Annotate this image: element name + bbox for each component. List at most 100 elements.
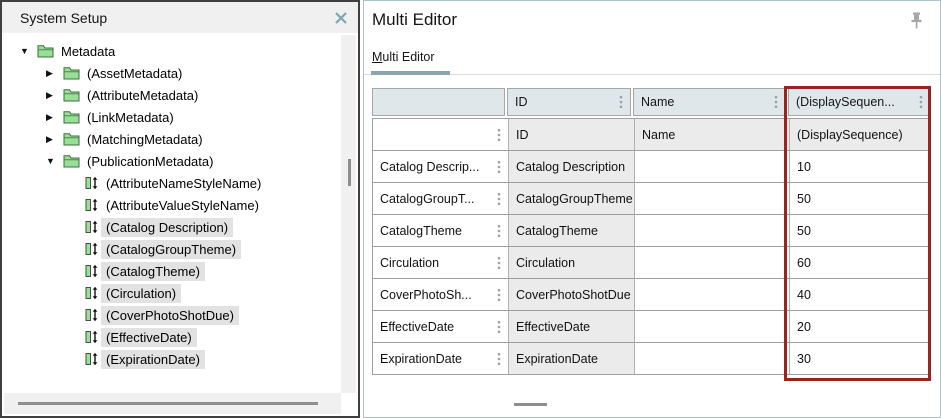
name-cell[interactable] xyxy=(634,215,789,246)
id-cell[interactable]: CatalogTheme xyxy=(508,215,634,246)
tree-item[interactable]: (EffectiveDate) xyxy=(2,326,340,348)
row-header-cell[interactable]: Catalog Descrip... xyxy=(373,151,508,182)
expander-icon[interactable]: ▼ xyxy=(46,156,63,166)
row-header-cell[interactable]: EffectiveDate xyxy=(373,311,508,342)
attribute-icon xyxy=(85,176,99,190)
row-header-cell[interactable]: CoverPhotoSh... xyxy=(373,279,508,310)
column-header-corner[interactable] xyxy=(372,88,505,116)
column-menu-icon[interactable] xyxy=(774,95,778,109)
attribute-icon xyxy=(85,264,99,278)
table-horizontal-scrollbar-thumb[interactable] xyxy=(514,403,547,406)
id-cell[interactable]: Circulation xyxy=(508,247,634,278)
tree-item[interactable]: (CatalogGroupTheme) xyxy=(2,238,340,260)
row-header-cell[interactable]: ExpirationDate xyxy=(373,343,508,374)
attribute-icon xyxy=(85,286,99,300)
row-header-cell[interactable]: CatalogGroupT... xyxy=(373,183,508,214)
row-menu-icon[interactable] xyxy=(497,224,501,238)
id-cell[interactable]: ExpirationDate xyxy=(508,343,634,374)
column-menu-icon[interactable] xyxy=(919,95,923,109)
expander-icon[interactable]: ▶ xyxy=(46,90,63,101)
tree-item-label: (AttributeValueStyleName) xyxy=(101,196,264,215)
tab-label: ulti Editor xyxy=(382,50,434,64)
column-header-id[interactable]: ID xyxy=(507,88,631,116)
id-cell[interactable]: Catalog Description xyxy=(508,151,634,182)
tree-item-label: (Catalog Description) xyxy=(101,218,233,237)
subheader-id-cell[interactable]: ID xyxy=(508,119,634,150)
vertical-scrollbar-thumb[interactable] xyxy=(348,159,351,186)
subheader-name-cell[interactable]: Name xyxy=(634,119,789,150)
folder-icon xyxy=(63,154,80,168)
display-sequence-cell[interactable]: 50 xyxy=(789,215,930,246)
display-sequence-cell[interactable]: 20 xyxy=(789,311,930,342)
display-sequence-cell[interactable]: 50 xyxy=(789,183,930,214)
column-menu-icon[interactable] xyxy=(619,95,623,109)
name-cell[interactable] xyxy=(634,183,789,214)
horizontal-scrollbar-thumb[interactable] xyxy=(18,402,318,405)
display-sequence-cell[interactable]: 10 xyxy=(789,151,930,182)
table-row: CatalogTheme CatalogTheme 50 xyxy=(373,215,930,247)
row-menu-icon[interactable] xyxy=(497,192,501,206)
tree-item-label: (AssetMetadata) xyxy=(82,64,187,83)
expander-icon[interactable]: ▶ xyxy=(46,68,63,79)
close-button[interactable] xyxy=(333,10,349,26)
display-sequence-cell[interactable]: 40 xyxy=(789,279,930,310)
attribute-icon xyxy=(85,308,99,322)
tree-item[interactable]: ▶ (MatchingMetadata) xyxy=(2,128,340,150)
table-row: CatalogGroupT... CatalogGroupTheme 50 xyxy=(373,183,930,215)
name-cell[interactable] xyxy=(634,279,789,310)
folder-icon xyxy=(37,44,54,58)
pin-button[interactable] xyxy=(910,12,923,36)
name-cell[interactable] xyxy=(634,247,789,278)
name-cell[interactable] xyxy=(634,151,789,182)
row-menu-icon[interactable] xyxy=(497,352,501,366)
display-sequence-cell[interactable]: 60 xyxy=(789,247,930,278)
tree-item-label: (EffectiveDate) xyxy=(101,328,197,347)
expander-icon[interactable]: ▶ xyxy=(46,112,63,123)
table-row: EffectiveDate EffectiveDate 20 xyxy=(373,311,930,343)
display-sequence-cell[interactable]: 30 xyxy=(789,343,930,374)
folder-icon xyxy=(63,110,80,124)
tree-item[interactable]: (ExpirationDate) xyxy=(2,348,340,370)
tree-item[interactable]: (CatalogTheme) xyxy=(2,260,340,282)
id-cell[interactable]: EffectiveDate xyxy=(508,311,634,342)
id-cell[interactable]: CatalogGroupTheme xyxy=(508,183,634,214)
row-menu-icon[interactable] xyxy=(497,320,501,334)
panel-title: System Setup xyxy=(20,10,333,26)
tree-item[interactable]: (Catalog Description) xyxy=(2,216,340,238)
tree-item[interactable]: (CoverPhotoShotDue) xyxy=(2,304,340,326)
expander-icon[interactable]: ▼ xyxy=(20,46,37,56)
tree-item-label: (CoverPhotoShotDue) xyxy=(101,306,239,325)
tree-item[interactable]: (AttributeNameStyleName) xyxy=(2,172,340,194)
id-cell[interactable]: CoverPhotoShotDue xyxy=(508,279,634,310)
subheader-display-sequence-cell[interactable]: (DisplaySequence) xyxy=(789,119,930,150)
pin-icon xyxy=(910,12,923,31)
row-menu-icon[interactable] xyxy=(497,128,501,142)
row-menu-icon[interactable] xyxy=(497,288,501,302)
tree-item[interactable]: ▼ (PublicationMetadata) xyxy=(2,150,340,172)
tree-item[interactable]: ▶ (LinkMetadata) xyxy=(2,106,340,128)
vertical-scrollbar[interactable] xyxy=(341,35,356,393)
multi-editor-table: ID Name (DisplaySequen... xyxy=(372,88,931,375)
tree-item-label: Metadata xyxy=(56,42,120,61)
horizontal-scrollbar[interactable] xyxy=(4,393,341,414)
table-row: CoverPhotoSh... CoverPhotoShotDue 40 xyxy=(373,279,930,311)
row-menu-icon[interactable] xyxy=(497,160,501,174)
row-header-cell[interactable] xyxy=(373,119,508,150)
active-tab-indicator xyxy=(371,71,450,75)
row-header-cell[interactable]: Circulation xyxy=(373,247,508,278)
tree-item[interactable]: (AttributeValueStyleName) xyxy=(2,194,340,216)
tree-item[interactable]: ▶ (AssetMetadata) xyxy=(2,62,340,84)
column-header-display-sequence[interactable]: (DisplaySequen... xyxy=(788,88,931,116)
tree-item[interactable]: ▶ (AttributeMetadata) xyxy=(2,84,340,106)
tab-multi-editor[interactable]: Multi Editor xyxy=(372,50,435,64)
tree-item[interactable]: (Circulation) xyxy=(2,282,340,304)
name-cell[interactable] xyxy=(634,343,789,374)
column-header-name[interactable]: Name xyxy=(633,88,786,116)
row-header-cell[interactable]: CatalogTheme xyxy=(373,215,508,246)
tabstrip-divider xyxy=(364,74,940,75)
table-row: Circulation Circulation 60 xyxy=(373,247,930,279)
row-menu-icon[interactable] xyxy=(497,256,501,270)
tree-item[interactable]: ▼ Metadata xyxy=(2,40,340,62)
expander-icon[interactable]: ▶ xyxy=(46,134,63,145)
name-cell[interactable] xyxy=(634,311,789,342)
